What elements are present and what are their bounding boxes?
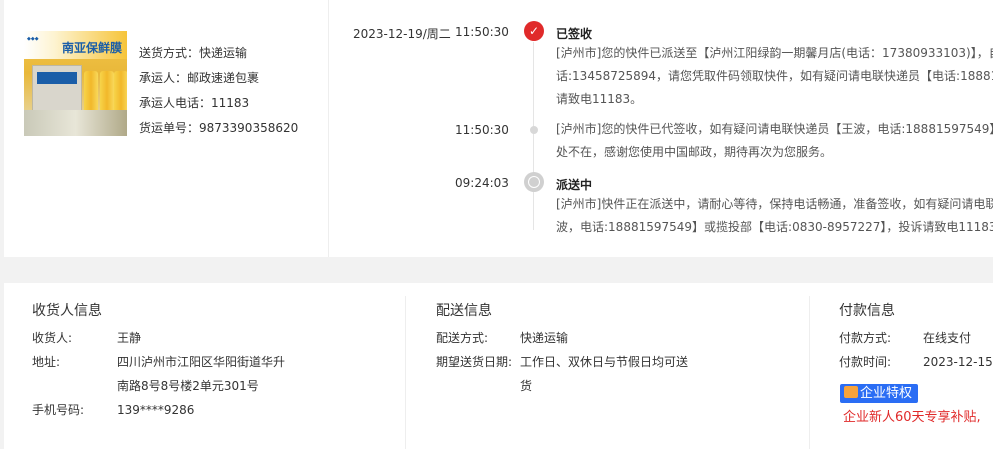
payment-title: 付款信息 — [839, 303, 895, 319]
expected-date-cont: 货 — [520, 379, 533, 393]
shipping-method: 送货方式：快递运输 — [139, 46, 248, 60]
event-time: 11:50:30 — [455, 123, 509, 137]
enterprise-privilege-badge[interactable]: 企业特权 — [840, 384, 919, 403]
expected-date-label: 期望送货日期: — [436, 355, 513, 369]
phone-label: 手机号码: — [32, 403, 85, 417]
timeline-dot — [530, 126, 538, 134]
delivery-method: 快递运输 — [520, 331, 569, 345]
carrier: 承运人：邮政速递包裹 — [139, 71, 260, 85]
receiver-phone: 139****9286 — [117, 403, 195, 417]
delivery-icon — [524, 172, 544, 192]
event-time: 11:50:30 — [455, 25, 509, 39]
timeline-date: 2023-12-19/周二 — [353, 27, 451, 41]
shipment-panel: ◆◆◆ 南亚保鲜膜 送货方式：快递运输 承运人：邮政速递包裹 承运人电话：111… — [4, 0, 993, 257]
event-title: 派送中 — [556, 178, 593, 192]
delivery-title: 配送信息 — [436, 303, 492, 319]
event-time: 09:24:03 — [455, 176, 509, 190]
event-line: 波，电话:18881597549】或揽投部【电话:0830-8957227】，投… — [556, 220, 993, 234]
product-bottom — [24, 110, 127, 136]
payment-method: 在线支付 — [923, 331, 972, 345]
timeline-line — [533, 42, 534, 230]
badge-label: 企业特权 — [860, 386, 913, 401]
product-image[interactable]: ◆◆◆ 南亚保鲜膜 — [24, 31, 127, 136]
event-line: 请致电11183。 — [556, 92, 643, 106]
enterprise-promo-link[interactable]: 企业新人60天专享补贴, — [843, 406, 981, 425]
order-info-panel: 收货人信息 收货人: 王静 地址: 四川泸州市江阳区华阳街道华升 南路8号8号楼… — [4, 283, 993, 449]
address-label: 地址: — [32, 355, 61, 369]
event-line: [泸州市]您的快件已派送至【泸州江阳绿韵一期馨月店(电话：17380933103… — [556, 46, 993, 60]
receiver-name: 王静 — [117, 331, 142, 345]
event-title: 已签收 — [556, 27, 593, 41]
divider — [405, 296, 406, 449]
payment-time: 2023-12-15 0 — [923, 355, 993, 369]
event-line: 处不在，感谢您使用中国邮政，期待再次为您服务。 — [556, 145, 833, 159]
payment-time-label: 付款时间: — [839, 355, 892, 369]
receiver-name-label: 收货人: — [32, 331, 73, 345]
receiver-title: 收货人信息 — [32, 303, 102, 319]
product-box — [32, 65, 82, 111]
event-line: [泸州市]您的快件已代签收，如有疑问请电联快递员【王波，电话:188815975… — [556, 122, 993, 136]
expected-date: 工作日、双休日与节假日均可送 — [520, 355, 689, 369]
event-line: 话:13458725894，请您凭取件码领取快件，如有疑问请电联快递员【电话:1… — [556, 69, 993, 83]
payment-method-label: 付款方式: — [839, 331, 892, 345]
event-line: [泸州市]快件正在派送中，请耐心等待，保持电话畅通，准备签收，如有疑问请电联 — [556, 197, 993, 211]
address-line: 四川泸州市江阳区华阳街道华升 — [117, 355, 286, 369]
tracking-number: 货运单号：9873390358620 — [139, 121, 299, 135]
product-brand-text: 南亚保鲜膜 — [62, 41, 123, 55]
divider — [809, 296, 810, 449]
check-icon: ✓ — [524, 21, 544, 41]
address-line: 南路8号8号楼2单元301号 — [117, 379, 259, 393]
carrier-phone: 承运人电话：11183 — [139, 96, 250, 110]
delivery-method-label: 配送方式: — [436, 331, 489, 345]
shipment-info: 送货方式：快递运输 承运人：邮政速递包裹 承运人电话：11183 货运单号：98… — [139, 44, 298, 144]
divider — [328, 0, 329, 257]
crown-icon — [844, 386, 858, 398]
brand-logo: ◆◆◆ — [27, 36, 39, 42]
